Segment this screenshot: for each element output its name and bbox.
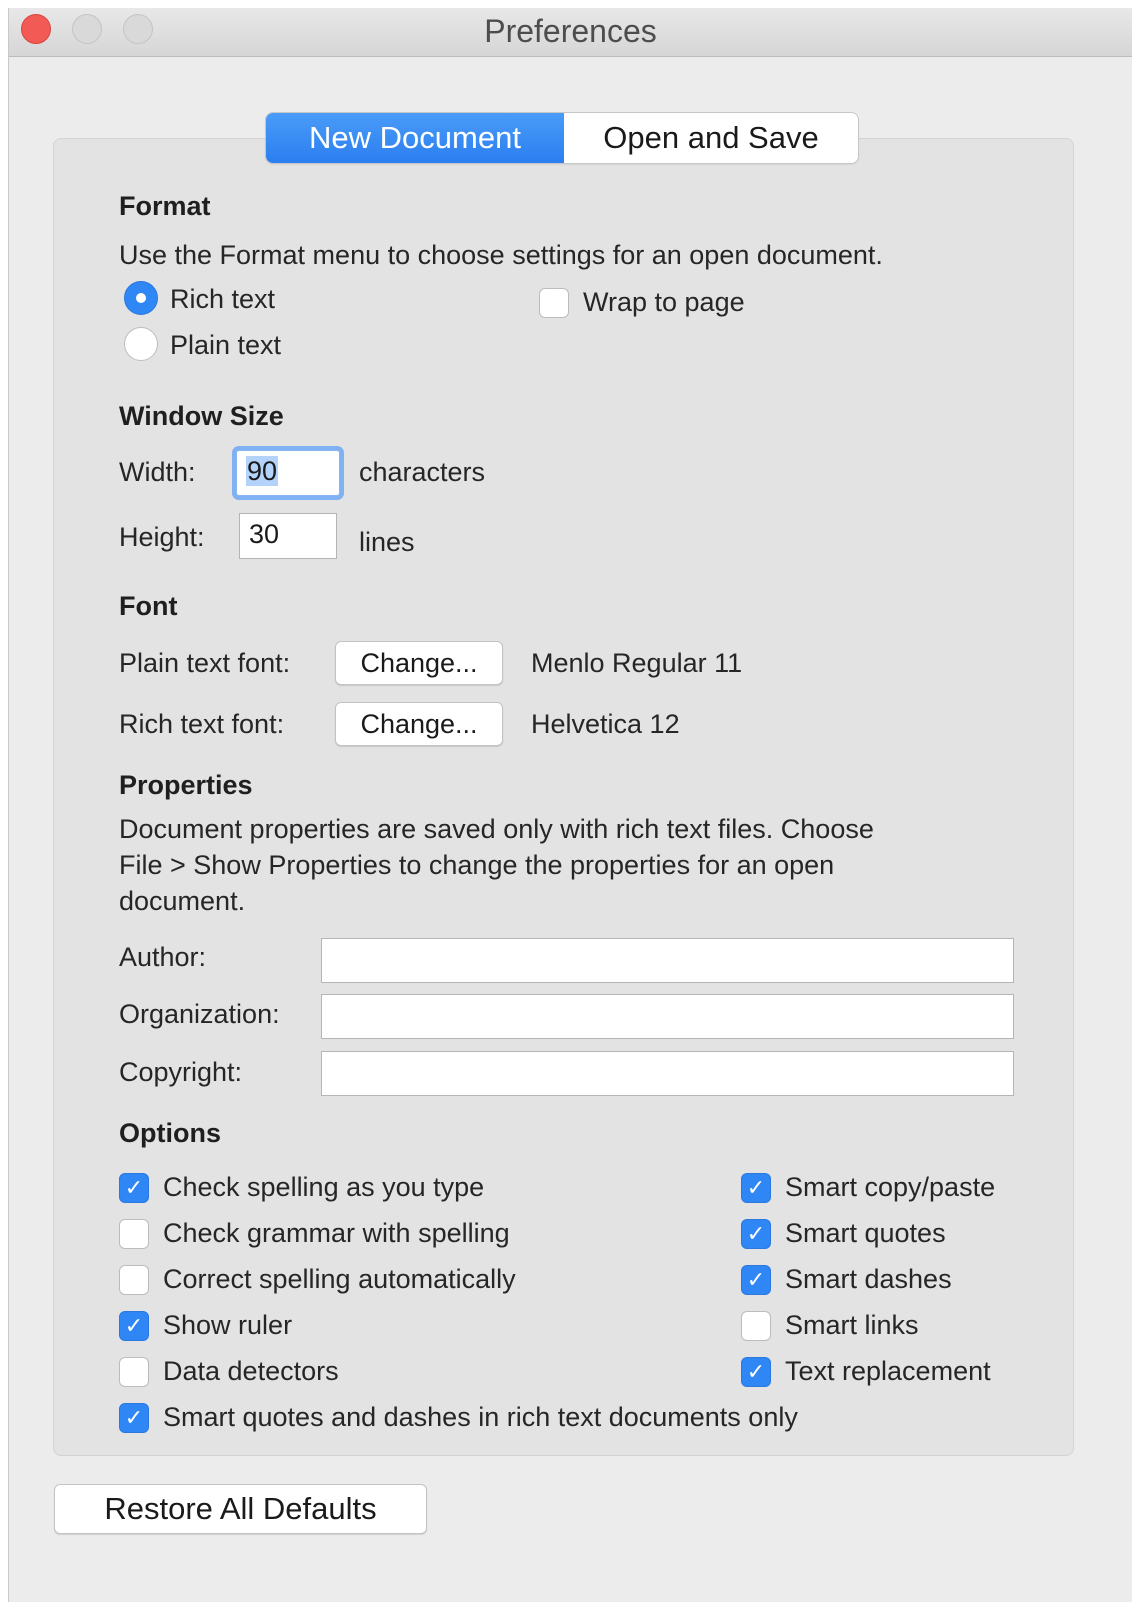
width-value: 90 — [246, 456, 279, 486]
properties-description-line-1: Document properties are saved only with … — [119, 814, 874, 844]
format-description: Use the Format menu to choose settings f… — [119, 240, 883, 270]
correct-spelling-label[interactable]: Correct spelling automatically — [163, 1264, 516, 1295]
smart-quotes-label[interactable]: Smart quotes — [785, 1218, 946, 1249]
title-bar: Preferences — [9, 8, 1132, 57]
smart-quotes-checkbox[interactable]: ✓ — [741, 1219, 771, 1249]
properties-description-line-3: document. — [119, 886, 246, 916]
tab-new-document[interactable]: New Document — [266, 113, 564, 163]
change-rich-font-button[interactable]: Change... — [335, 702, 503, 746]
copyright-input[interactable] — [321, 1051, 1014, 1096]
window-title: Preferences — [484, 13, 657, 49]
tab-bar: New Document Open and Save — [266, 113, 858, 163]
properties-description-line-2: File > Show Properties to change the pro… — [119, 850, 835, 880]
change-plain-font-button[interactable]: Change... — [335, 641, 503, 685]
rich-text-radio[interactable] — [124, 281, 158, 315]
smart-links-label[interactable]: Smart links — [785, 1310, 919, 1341]
organization-input[interactable] — [321, 994, 1014, 1039]
width-label: Width: — [119, 457, 196, 487]
text-replacement-label[interactable]: Text replacement — [785, 1356, 991, 1387]
smart-quotes-rich-only-checkbox[interactable]: ✓ — [119, 1403, 149, 1433]
wrap-to-page-checkbox[interactable] — [539, 288, 569, 318]
plain-text-font-value: Menlo Regular 11 — [531, 648, 743, 678]
height-unit-label: lines — [359, 527, 415, 557]
height-input[interactable]: 30 — [239, 513, 337, 559]
properties-heading: Properties — [119, 770, 253, 800]
options-heading: Options — [119, 1118, 221, 1148]
data-detectors-label[interactable]: Data detectors — [163, 1356, 339, 1387]
format-heading: Format — [119, 191, 211, 221]
tab-open-and-save[interactable]: Open and Save — [564, 113, 858, 163]
author-input[interactable] — [321, 938, 1014, 983]
plain-text-radio[interactable] — [124, 327, 158, 361]
smart-copy-paste-label[interactable]: Smart copy/paste — [785, 1172, 995, 1203]
copyright-label: Copyright: — [119, 1057, 243, 1087]
rich-text-label[interactable]: Rich text — [170, 284, 275, 315]
width-input[interactable]: 90 — [236, 450, 340, 496]
smart-links-checkbox[interactable] — [741, 1311, 771, 1341]
check-grammar-checkbox[interactable] — [119, 1219, 149, 1249]
window-size-heading: Window Size — [119, 401, 284, 431]
organization-label: Organization: — [119, 999, 280, 1029]
plain-text-label[interactable]: Plain text — [170, 330, 281, 361]
smart-copy-paste-checkbox[interactable]: ✓ — [741, 1173, 771, 1203]
restore-defaults-button[interactable]: Restore All Defaults — [54, 1484, 427, 1534]
author-label: Author: — [119, 942, 207, 972]
text-replacement-checkbox[interactable]: ✓ — [741, 1357, 771, 1387]
check-spelling-checkbox[interactable]: ✓ — [119, 1173, 149, 1203]
data-detectors-checkbox[interactable] — [119, 1357, 149, 1387]
correct-spelling-checkbox[interactable] — [119, 1265, 149, 1295]
smart-quotes-rich-only-label[interactable]: Smart quotes and dashes in rich text doc… — [163, 1402, 798, 1433]
height-label: Height: — [119, 522, 205, 552]
rich-text-font-value: Helvetica 12 — [531, 709, 680, 739]
check-grammar-label[interactable]: Check grammar with spelling — [163, 1218, 510, 1249]
rich-text-font-label: Rich text font: — [119, 709, 285, 739]
show-ruler-checkbox[interactable]: ✓ — [119, 1311, 149, 1341]
smart-dashes-label[interactable]: Smart dashes — [785, 1264, 952, 1295]
smart-dashes-checkbox[interactable]: ✓ — [741, 1265, 771, 1295]
font-heading: Font — [119, 591, 178, 621]
wrap-to-page-label[interactable]: Wrap to page — [583, 287, 745, 318]
check-spelling-label[interactable]: Check spelling as you type — [163, 1172, 484, 1203]
show-ruler-label[interactable]: Show ruler — [163, 1310, 292, 1341]
preferences-window: Preferences New Document Open and Save F… — [8, 8, 1132, 1602]
plain-text-font-label: Plain text font: — [119, 648, 291, 678]
width-unit-label: characters — [359, 457, 486, 487]
